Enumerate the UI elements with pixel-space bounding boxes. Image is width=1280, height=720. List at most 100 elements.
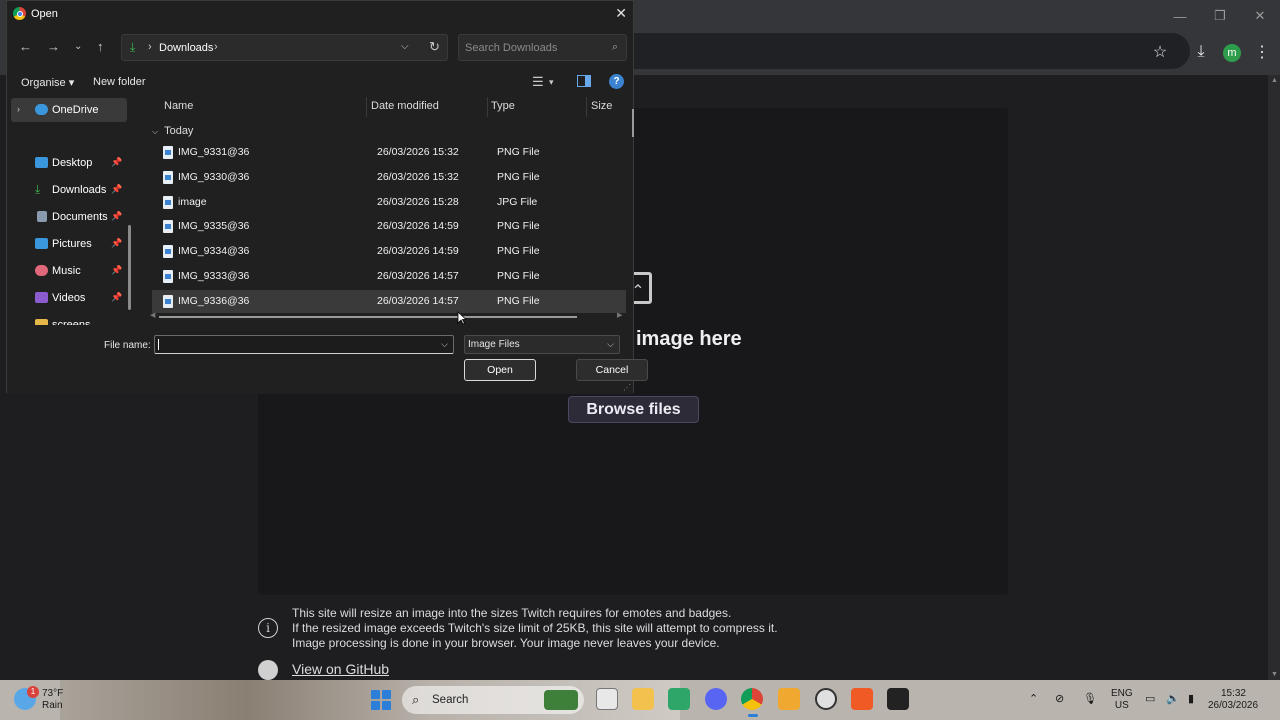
app-icon[interactable]: [668, 688, 690, 710]
mouse-cursor-icon: [457, 311, 466, 325]
app-icon[interactable]: [887, 688, 909, 710]
file-type-value: Image Files: [468, 339, 520, 350]
app-icon[interactable]: [778, 688, 800, 710]
battery-icon[interactable]: ▮: [1188, 692, 1194, 705]
chevron-down-icon[interactable]: ⌵: [152, 127, 158, 136]
browse-files-button[interactable]: Browse files: [568, 396, 699, 423]
column-header-type[interactable]: Type: [491, 100, 515, 120]
chevron-down-icon[interactable]: ⌵: [401, 41, 409, 52]
help-icon[interactable]: ?: [609, 74, 624, 89]
file-row[interactable]: IMG_9335@36 26/03/2026 14:59 PNG File: [152, 215, 626, 238]
text-caret: [158, 339, 159, 350]
chevron-right-icon[interactable]: ›: [148, 41, 152, 53]
horizontal-scrollbar[interactable]: [159, 316, 577, 318]
nav-scrollbar[interactable]: [128, 225, 131, 310]
nav-item-onedrive[interactable]: › OneDrive: [11, 98, 127, 122]
organise-button[interactable]: Organise ▾: [21, 76, 74, 89]
bookmark-star-icon[interactable]: ☆: [1150, 42, 1170, 62]
refresh-icon[interactable]: ↻: [429, 39, 440, 55]
windows-start-icon[interactable]: [371, 690, 391, 710]
clock[interactable]: 15:32 26/03/2026: [1208, 688, 1259, 712]
chevron-down-icon[interactable]: ▾: [549, 77, 554, 88]
resize-grip-icon[interactable]: ⋰: [623, 383, 631, 392]
profile-avatar[interactable]: m: [1223, 44, 1241, 62]
file-row[interactable]: IMG_9330@36 26/03/2026 15:32 PNG File: [152, 166, 626, 189]
column-header-size[interactable]: Size: [591, 100, 612, 120]
scroll-up-icon[interactable]: ▲: [1271, 77, 1278, 84]
menu-kebab-icon[interactable]: ⋮: [1252, 42, 1272, 62]
open-button[interactable]: Open: [464, 359, 536, 381]
column-header-date[interactable]: Date modified: [371, 100, 439, 120]
nav-item-music[interactable]: Music 📌: [7, 259, 127, 283]
scroll-left-icon[interactable]: ◀: [150, 311, 155, 319]
chevron-right-icon[interactable]: ›: [17, 104, 20, 114]
file-row[interactable]: IMG_9334@36 26/03/2026 14:59 PNG File: [152, 240, 626, 263]
volume-icon[interactable]: 🔊: [1166, 692, 1180, 705]
file-date: 26/03/2026 15:32: [377, 146, 459, 158]
file-name-input[interactable]: ⌵: [154, 335, 454, 354]
address-bar[interactable]: [600, 33, 1190, 69]
new-folder-button[interactable]: New folder: [93, 76, 146, 88]
steam-icon[interactable]: [815, 688, 837, 710]
microphone-icon[interactable]: 🎙: [1083, 692, 1097, 705]
file-name: IMG_9330@36: [178, 171, 250, 183]
chevron-down-icon[interactable]: ⌵: [607, 339, 614, 350]
file-list: Name Date modified Type Size ⌵ Today IMG_…: [144, 95, 632, 325]
file-row[interactable]: IMG_9336@36 26/03/2026 14:57 PNG File: [152, 290, 626, 313]
breadcrumb[interactable]: Downloads: [159, 42, 213, 54]
taskbar-search[interactable]: ⌕ Search: [402, 686, 584, 714]
address-box[interactable]: ⤓ › Downloads › ⌵ ↻: [121, 34, 448, 61]
display-icon[interactable]: ▭: [1145, 692, 1155, 705]
downloads-icon[interactable]: ⤓: [1191, 42, 1211, 62]
close-icon[interactable]: ✕: [1240, 0, 1280, 32]
nav-item-screens[interactable]: screens: [7, 313, 127, 325]
nav-item-downloads[interactable]: ⤓ Downloads 📌: [7, 178, 127, 202]
image-file-icon: [163, 146, 173, 159]
open-file-dialog: Open ✕ ← → ⌄ ↑ ⤓ › Downloads › ⌵ ↻ Searc…: [6, 0, 648, 394]
cancel-button[interactable]: Cancel: [576, 359, 648, 381]
file-row[interactable]: image 26/03/2026 15:28 JPG File: [152, 191, 626, 214]
column-header-name[interactable]: Name: [164, 100, 193, 120]
back-arrow-icon[interactable]: ←: [19, 39, 32, 54]
scroll-down-icon[interactable]: ▼: [1271, 671, 1278, 678]
preview-pane-icon[interactable]: [577, 75, 591, 87]
page-scrollbar[interactable]: ▲ ▼: [1268, 75, 1280, 680]
file-row[interactable]: IMG_9331@36 26/03/2026 15:32 PNG File: [152, 141, 626, 164]
task-view-icon[interactable]: [596, 688, 618, 710]
group-header[interactable]: ⌵ Today: [144, 125, 193, 137]
column-divider[interactable]: [366, 97, 367, 117]
up-arrow-icon[interactable]: ↑: [97, 39, 104, 54]
nav-item-documents[interactable]: Documents 📌: [7, 205, 127, 229]
language-indicator[interactable]: ENG US: [1111, 688, 1133, 712]
chevron-up-icon[interactable]: ⌃: [1029, 692, 1038, 705]
language-code: ENG: [1111, 688, 1133, 699]
network-off-icon[interactable]: ⊘: [1055, 692, 1064, 705]
discord-icon[interactable]: [705, 688, 727, 710]
brave-icon[interactable]: [851, 688, 873, 710]
nav-item-pictures[interactable]: Pictures 📌: [7, 232, 127, 256]
chevron-right-icon[interactable]: ›: [214, 41, 218, 53]
search-input[interactable]: Search Downloads ⌕: [458, 34, 627, 61]
view-options-icon[interactable]: ☰: [532, 74, 544, 90]
scroll-right-icon[interactable]: ▶: [617, 311, 622, 319]
github-link[interactable]: View on GitHub: [292, 661, 389, 677]
file-type-select[interactable]: Image Files ⌵: [464, 335, 620, 354]
close-icon[interactable]: ✕: [615, 5, 627, 22]
file-explorer-icon[interactable]: [632, 688, 654, 710]
file-row[interactable]: IMG_9333@36 26/03/2026 14:57 PNG File: [152, 265, 626, 288]
recent-locations-icon[interactable]: ⌄: [74, 41, 82, 52]
forward-arrow-icon[interactable]: →: [47, 39, 60, 54]
search-icon: ⌕: [412, 692, 420, 707]
minimize-icon[interactable]: —: [1160, 0, 1200, 32]
restore-icon[interactable]: ❐: [1200, 0, 1240, 32]
drop-zone-title: image here: [636, 328, 742, 350]
column-divider[interactable]: [586, 97, 587, 117]
nav-item-videos[interactable]: Videos 📌: [7, 286, 127, 310]
list-scrollbar[interactable]: [632, 109, 634, 137]
column-divider[interactable]: [487, 97, 488, 117]
chrome-icon[interactable]: [741, 688, 763, 717]
nav-item-desktop[interactable]: Desktop 📌: [7, 151, 127, 175]
clock-date: 26/03/2026: [1208, 700, 1259, 711]
chevron-down-icon[interactable]: ⌵: [441, 339, 448, 350]
file-type: JPG File: [497, 196, 538, 208]
